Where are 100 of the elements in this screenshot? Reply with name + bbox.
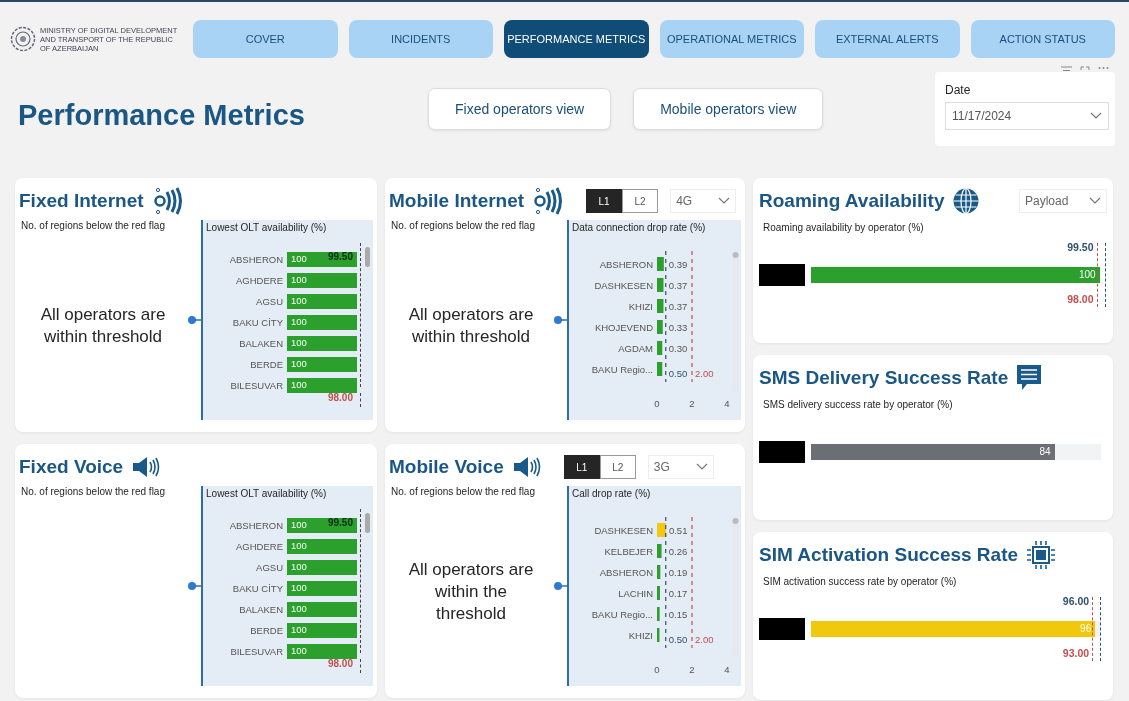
scrollbar[interactable] bbox=[732, 517, 739, 657]
chevron-down-icon bbox=[1089, 197, 1101, 205]
region-label: KHOJEVEND bbox=[594, 322, 653, 333]
scrollbar[interactable] bbox=[732, 251, 739, 391]
panel-title: Fixed Voice bbox=[19, 456, 124, 478]
globe-icon bbox=[952, 187, 981, 215]
view-button[interactable]: Fixed operators view bbox=[428, 88, 612, 130]
chart-title: SIM activation success rate by operator (%) bbox=[762, 575, 958, 589]
bar bbox=[657, 320, 663, 334]
reference-line bbox=[1096, 243, 1098, 307]
reference-label: 2.00 bbox=[695, 634, 714, 645]
bar bbox=[657, 586, 660, 600]
region-label: BAKU Regio... bbox=[591, 609, 653, 620]
value-label: 0.19 bbox=[668, 567, 688, 578]
level-toggle[interactable]: L2 bbox=[622, 189, 659, 213]
reference-label: 0.50 bbox=[668, 368, 688, 379]
region-label: KHIZI bbox=[628, 301, 653, 312]
nav-tab[interactable]: INCIDENTS bbox=[348, 20, 493, 58]
scrollbar[interactable] bbox=[365, 247, 370, 267]
nav-tab[interactable]: ACTION STATUS bbox=[970, 20, 1115, 58]
nav-tab[interactable]: COVER bbox=[193, 20, 338, 58]
reference-label: 99.50 bbox=[1067, 241, 1094, 253]
bar bbox=[657, 278, 664, 292]
reference-label: 0.50 bbox=[668, 634, 688, 645]
value-label: 0.39 bbox=[668, 259, 688, 270]
metric-dropdown[interactable]: Payload bbox=[1019, 189, 1107, 213]
chart-title: Roaming availability by operator (%) bbox=[762, 221, 925, 235]
value-label: 100 bbox=[291, 603, 307, 614]
region-label: DASHKESEN bbox=[594, 525, 653, 536]
region-label: AGHDERE bbox=[235, 541, 284, 552]
reference-line bbox=[1100, 597, 1102, 661]
chart-caption: No. of regions below the red flag bbox=[390, 220, 536, 232]
region-label: BERDE bbox=[249, 625, 284, 636]
panel-title: SIM Activation Success Rate bbox=[759, 544, 1019, 566]
bar bbox=[657, 544, 662, 558]
panel-title: SMS Delivery Success Rate bbox=[759, 367, 1009, 389]
technology-dropdown[interactable]: 4G bbox=[670, 189, 737, 213]
panel-title: Roaming Availability bbox=[759, 190, 945, 212]
chart-title: Call drop rate (%) bbox=[571, 487, 652, 501]
view-button[interactable]: Mobile operators view bbox=[633, 88, 824, 130]
value-label: 0.37 bbox=[668, 301, 688, 312]
value-label: 100 bbox=[291, 379, 307, 390]
scrollbar[interactable] bbox=[365, 513, 370, 533]
value-label: 0.26 bbox=[668, 546, 688, 557]
value-label: 0.33 bbox=[668, 322, 688, 333]
emblem-logo-icon bbox=[10, 26, 36, 52]
value-label: 100 bbox=[291, 540, 307, 551]
region-label: ABSHERON bbox=[228, 520, 284, 531]
chart-caption: No. of regions below the red flag bbox=[20, 486, 166, 498]
page-title: Performance Metrics bbox=[18, 99, 306, 132]
nav-tab[interactable]: EXTERNAL ALERTS bbox=[815, 20, 960, 58]
nav-tab[interactable]: OPERATIONAL METRICS bbox=[659, 20, 804, 58]
value-label: 84 bbox=[1039, 446, 1051, 457]
region-label: ABSHERON bbox=[599, 259, 653, 270]
level-toggle[interactable]: L1 bbox=[586, 189, 623, 213]
bar bbox=[657, 341, 663, 355]
region-label: BAKU CİTY bbox=[231, 583, 284, 594]
chart-title: SMS delivery success rate by operator (%) bbox=[762, 398, 954, 412]
nav-tab[interactable]: PERFORMANCE METRICS bbox=[504, 20, 649, 58]
bar bbox=[657, 565, 661, 579]
value-label: 0.30 bbox=[668, 343, 688, 354]
bar bbox=[657, 257, 664, 271]
date-dropdown[interactable]: 11/17/2024 bbox=[945, 102, 1109, 130]
chevron-down-icon bbox=[695, 463, 708, 471]
chevron-down-icon bbox=[1090, 112, 1102, 120]
chart-title: Data connection drop rate (%) bbox=[571, 221, 707, 235]
value-label: 100 bbox=[291, 519, 307, 530]
redaction-block bbox=[759, 441, 805, 463]
level-toggle[interactable]: L1 bbox=[563, 455, 600, 479]
status-message: All operators are within threshold bbox=[39, 304, 167, 348]
bar bbox=[657, 299, 664, 313]
value-label: 100 bbox=[291, 295, 307, 306]
date-label: Date bbox=[945, 83, 971, 97]
panel-title: Fixed Internet bbox=[19, 190, 144, 212]
value-label: 100 bbox=[291, 316, 307, 327]
region-label: AGSU bbox=[255, 562, 284, 573]
level-toggle[interactable]: L2 bbox=[599, 455, 636, 479]
reference-label: 99.50 bbox=[327, 517, 353, 528]
technology-dropdown[interactable]: 3G bbox=[647, 455, 714, 479]
region-label: DASHKESEN bbox=[594, 280, 653, 291]
reference-line bbox=[1104, 243, 1106, 307]
scrollbar-thumb[interactable] bbox=[732, 252, 739, 258]
reference-line bbox=[360, 659, 361, 673]
reference-label: 98.00 bbox=[1067, 293, 1094, 305]
region-label: AGHDERE bbox=[235, 275, 284, 286]
axis-tick-label: 0 bbox=[654, 664, 660, 675]
bar bbox=[657, 362, 663, 376]
value-label: 100 bbox=[291, 561, 307, 572]
value-label: 0.15 bbox=[668, 609, 688, 620]
axis-tick-label: 2 bbox=[689, 664, 695, 675]
region-label: BAKU CİTY bbox=[231, 317, 284, 328]
chevron-down-icon bbox=[718, 197, 731, 205]
region-label: AGSU bbox=[255, 296, 284, 307]
redaction-block bbox=[759, 264, 805, 286]
reference-line bbox=[1092, 597, 1094, 661]
region-label: AGDAM bbox=[618, 343, 653, 354]
region-label: ABSHERON bbox=[599, 567, 653, 578]
status-message: All operators are within threshold bbox=[407, 304, 535, 348]
region-label: BERDE bbox=[249, 359, 284, 370]
scrollbar-thumb[interactable] bbox=[732, 518, 739, 524]
